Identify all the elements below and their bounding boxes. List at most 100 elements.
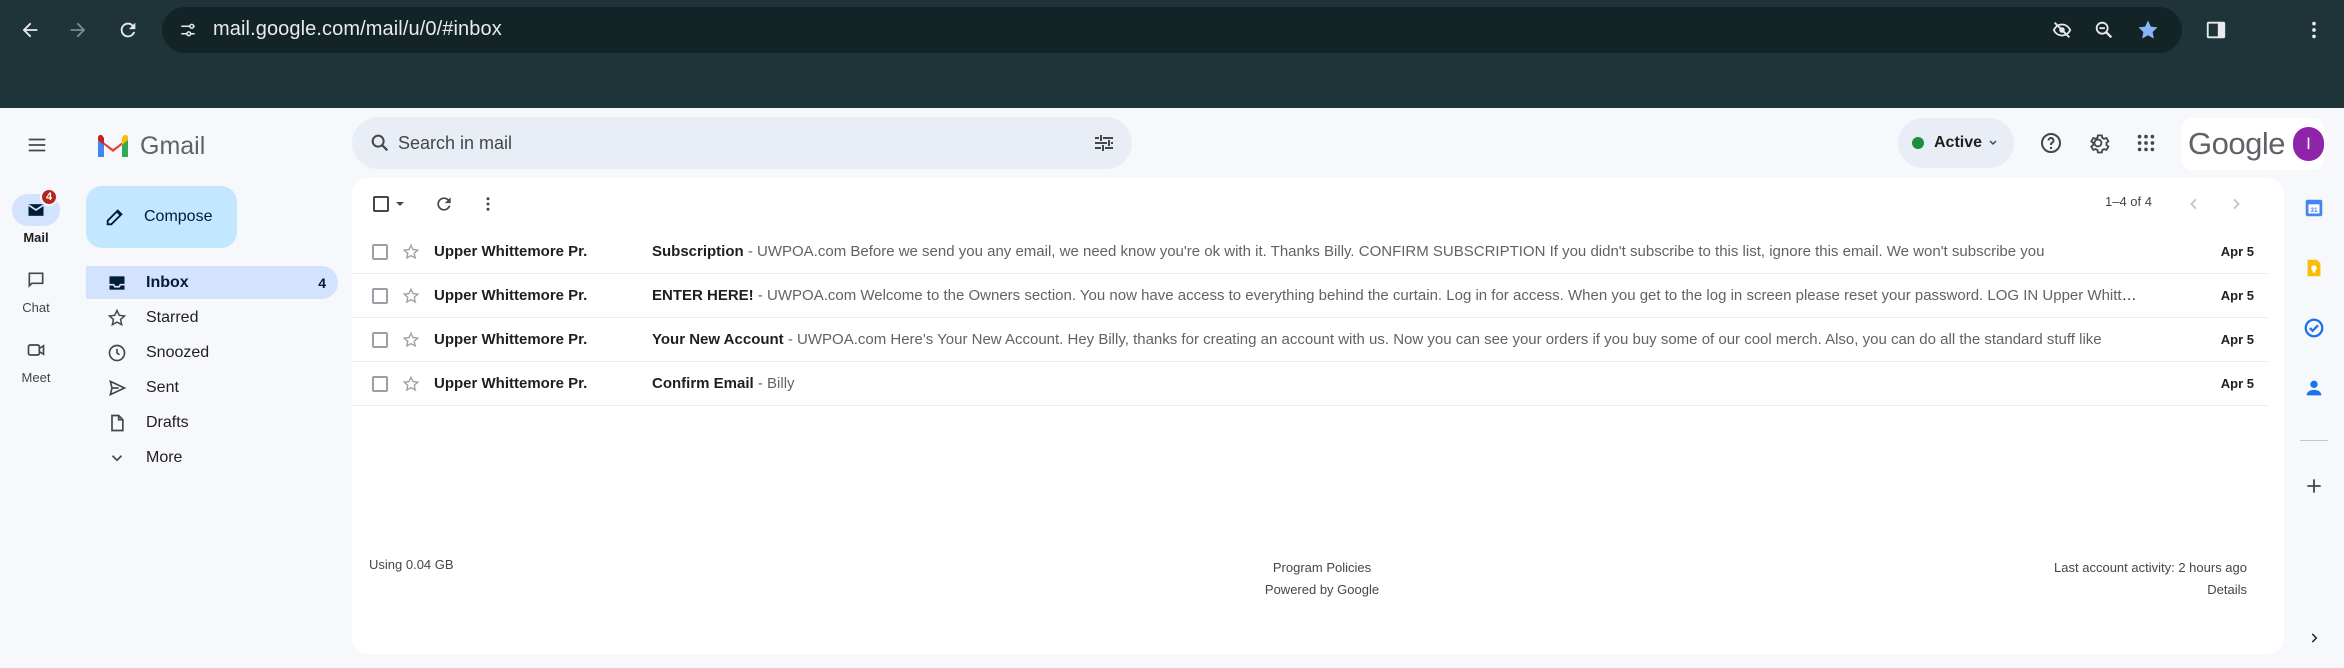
chevron-left-icon [2190,198,2197,210]
search-options-icon[interactable] [1090,129,1118,157]
calendar-app-button[interactable]: 31 [2298,192,2330,224]
storage-usage: Using 0.04 GB [369,557,454,572]
gmail-logo[interactable]: Gmail [96,126,205,166]
row-checkbox[interactable] [372,376,388,392]
older-button[interactable] [2218,186,2254,222]
help-icon [2041,133,2061,153]
nav-item-starred[interactable]: Starred [86,301,338,334]
avatar[interactable]: I [2292,127,2324,161]
bookmarks-bar [0,60,2344,108]
refresh-icon [437,197,451,211]
help-button[interactable] [2031,123,2071,163]
nav-item-label: More [146,448,183,466]
email-content: Confirm Email - Billy [652,375,2142,392]
chat-icon [28,272,44,288]
get-addons-button[interactable] [2298,470,2330,502]
email-content: ENTER HERE! - UWPOA.com Welcome to the O… [652,287,2142,304]
gmail-app: Gmail Active Google I 4 Mail [0,108,2344,668]
gmail-wordmark: Gmail [140,131,206,160]
row-checkbox[interactable] [372,244,388,260]
apps-button[interactable] [2126,123,2166,163]
rail-chat[interactable]: Chat [8,264,64,315]
star-icon[interactable] [400,285,422,307]
address-bar[interactable]: mail.google.com/mail/u/0/#inbox [162,7,2182,53]
subject-separator: - [753,287,768,304]
newer-button[interactable] [2176,186,2212,222]
rail-chat-label: Chat [22,300,50,315]
more-actions-button[interactable] [470,186,506,222]
email-row[interactable]: Upper Whittemore Pr. Subscription - UWPO… [352,230,2268,274]
show-side-panel-button[interactable] [2298,622,2330,654]
email-content: Your New Account - UWPOA.com Here's Your… [652,331,2142,348]
arrow-left-icon [22,22,38,38]
contacts-app-button[interactable] [2298,372,2330,404]
search-icon[interactable] [366,129,394,157]
browser-menu-button[interactable] [2294,10,2334,50]
compose-button[interactable]: Compose [86,186,237,248]
email-snippet: UWPOA.com Welcome to the Owners section.… [767,287,2142,304]
nav-item-label: Snoozed [146,343,210,361]
rail-mail[interactable]: 4 Mail [8,188,64,245]
side-panel-divider [2300,440,2328,441]
forward-button[interactable] [58,10,98,50]
select-all-checkbox[interactable] [368,186,410,222]
email-row[interactable]: Upper Whittemore Pr. ENTER HERE! - UWPOA… [352,274,2268,318]
email-date: Apr 5 [2220,376,2254,391]
rail-meet[interactable]: Meet [8,334,64,385]
last-activity-text: Last account activity: 2 hours ago [2054,560,2247,575]
gmail-m-icon [98,134,128,157]
refresh-button[interactable] [426,186,462,222]
nav-item-more[interactable]: More [86,441,338,474]
star-icon[interactable] [400,329,422,351]
program-policies-link[interactable]: Program Policies [1232,557,1412,579]
nav-item-inbox[interactable]: Inbox 4 [86,266,338,299]
account-switcher[interactable]: Google I [2182,118,2324,170]
keep-app-button[interactable] [2298,252,2330,284]
reload-icon [120,22,136,38]
search-bar[interactable] [352,117,1132,169]
caret-down-icon [396,202,404,206]
mail-unread-badge: 4 [40,188,58,206]
eye-off-icon[interactable] [2048,16,2076,44]
inbox-count: 4 [318,274,326,291]
zoom-icon[interactable] [2090,16,2118,44]
nav-item-snoozed[interactable]: Snoozed [86,336,338,369]
email-row[interactable]: Upper Whittemore Pr. Confirm Email - Bil… [352,362,2268,406]
email-subject: ENTER HERE! [652,287,754,304]
row-checkbox[interactable] [372,288,388,304]
subject-separator: - [743,243,758,260]
row-checkbox[interactable] [372,332,388,348]
email-subject: Your New Account [652,331,784,348]
meet-icon [27,344,45,356]
pencil-icon [106,209,123,226]
footer-links: Program Policies Powered by Google [1232,557,1412,601]
keep-icon [2307,259,2321,277]
settings-button[interactable] [2078,123,2118,163]
side-panel-button[interactable] [2196,10,2236,50]
main-menu-button[interactable] [17,125,57,165]
google-wordmark: Google [2188,126,2285,161]
star-icon[interactable] [400,241,422,263]
nav-item-sent[interactable]: Sent [86,371,338,404]
email-sender: Upper Whittemore Pr. [434,287,588,304]
bookmark-star-icon[interactable] [2134,16,2162,44]
search-input[interactable] [398,117,1018,169]
nav-item-drafts[interactable]: Drafts [86,406,338,439]
email-sender: Upper Whittemore Pr. [434,375,588,392]
url-text: mail.google.com/mail/u/0/#inbox [213,18,502,40]
site-info-icon[interactable] [174,16,202,44]
activity-details-link[interactable]: Details [2054,579,2247,601]
reload-button[interactable] [108,10,148,50]
star-icon[interactable] [400,373,422,395]
status-selector[interactable]: Active [1898,118,2014,168]
tasks-app-button[interactable] [2298,312,2330,344]
caret-down-icon [1989,140,1997,146]
back-button[interactable] [10,10,50,50]
arrow-right-icon [70,22,86,38]
apps-grid-icon [2137,134,2155,152]
powered-by-text: Powered by Google [1264,582,1380,597]
email-row[interactable]: Upper Whittemore Pr. Your New Account - … [352,318,2268,362]
kebab-menu-icon [486,197,490,211]
email-subject: Subscription [652,243,744,260]
calendar-icon: 31 [2305,199,2323,217]
